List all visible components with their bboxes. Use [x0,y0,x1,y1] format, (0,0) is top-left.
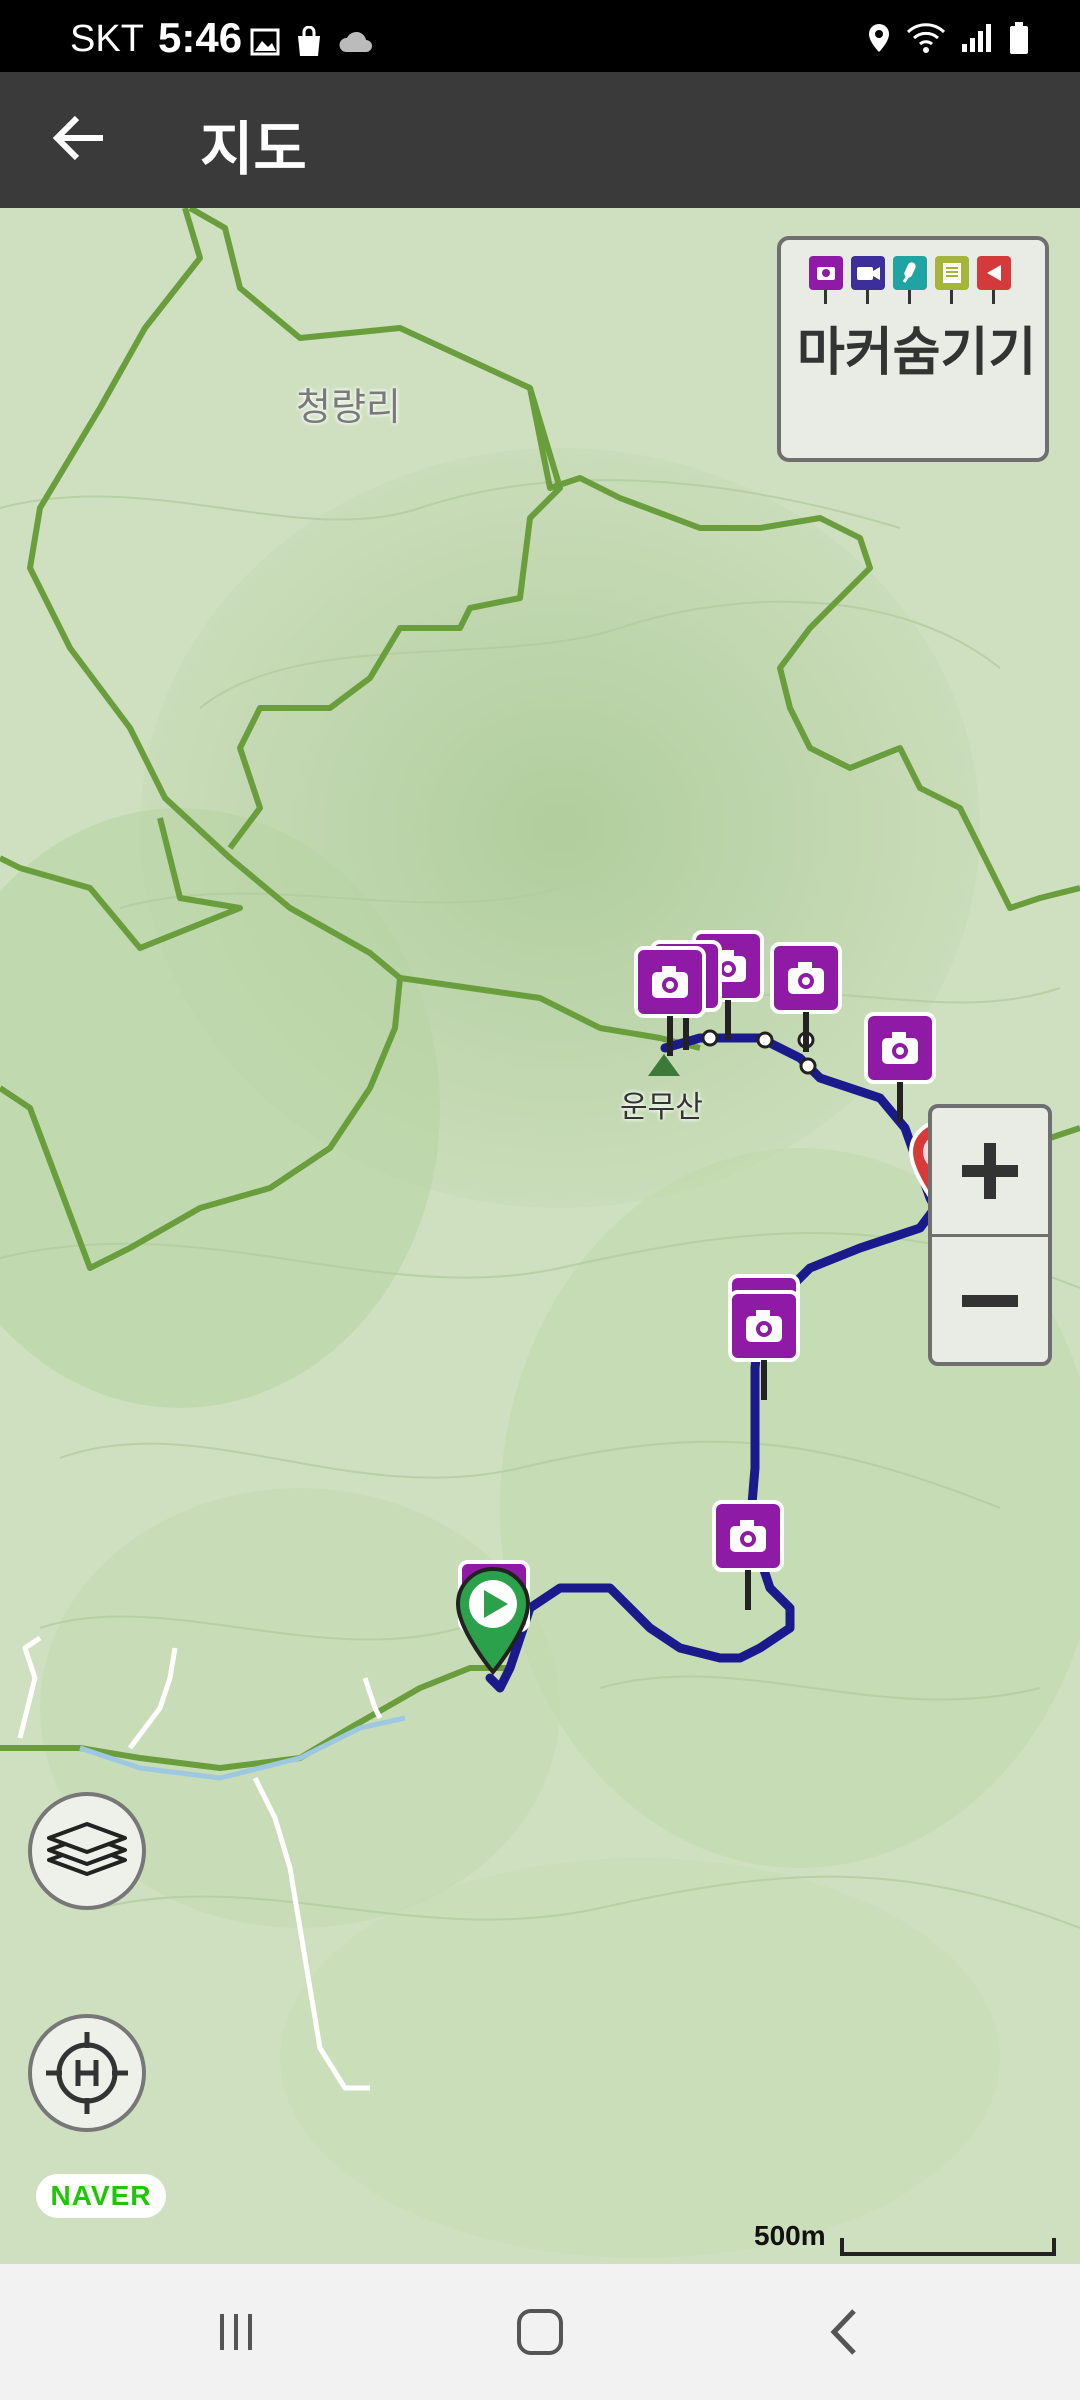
note-icon [935,256,969,304]
recent-apps-button[interactable] [196,2300,276,2364]
zoom-in-button[interactable] [932,1108,1048,1234]
recent-apps-icon [220,2314,252,2350]
clock: 5:46 [158,14,243,61]
battery-icon [1010,22,1028,54]
layers-icon [47,1822,127,1876]
location-icon [869,24,889,52]
cloud-icon [339,31,372,52]
home-icon [517,2309,563,2355]
layers-button[interactable] [28,1792,146,1910]
scale-label: 500m [754,2220,826,2251]
back-icon [830,2309,856,2355]
flag-icon [977,256,1011,304]
status-bar: SKT 5:46 [0,0,1080,72]
naver-attribution: NAVER [36,2174,166,2218]
start-marker[interactable] [454,1566,532,1680]
camera-icon [809,256,843,304]
arrow-left-icon [53,116,103,160]
minus-icon [962,1295,1018,1307]
zoom-out-button[interactable] [932,1238,1048,1364]
map-base [0,208,1080,2264]
zoom-control [928,1104,1052,1366]
gallery-icon [250,28,280,56]
back-nav-button[interactable] [804,2300,884,2364]
photo-marker[interactable] [770,942,842,1058]
page-title: 지도 [200,115,307,183]
photo-marker[interactable] [864,1012,936,1128]
photo-marker[interactable] [634,946,706,1062]
marker-hide-label: 마커숨기기 [797,323,1037,383]
mountain-label: 운무산 [620,1090,703,1125]
plus-icon [962,1143,1018,1199]
back-button[interactable] [40,98,120,178]
location-target-icon [46,2032,128,2114]
my-location-button[interactable] [28,2014,146,2132]
zoom-divider [932,1234,1048,1237]
scale-bar: 500m [754,2220,1064,2260]
microphone-icon [893,256,927,304]
video-icon [851,256,885,304]
shopping-bag-icon [298,26,320,56]
scale-line [840,2238,1056,2256]
carrier-label: SKT [70,18,144,60]
system-nav-bar [0,2264,1080,2400]
marker-hide-toggle[interactable]: 마커숨기기 [777,236,1049,462]
photo-marker[interactable] [728,1290,800,1406]
map-view[interactable]: 청량리 운무산 마커숨기기 NAVER 500m [0,208,1080,2264]
home-button[interactable] [500,2300,580,2364]
wifi-icon [906,23,946,53]
place-label: 청량리 [296,385,401,429]
photo-marker[interactable] [712,1500,784,1616]
signal-icon [962,24,991,52]
app-toolbar: 지도 [0,72,1080,208]
